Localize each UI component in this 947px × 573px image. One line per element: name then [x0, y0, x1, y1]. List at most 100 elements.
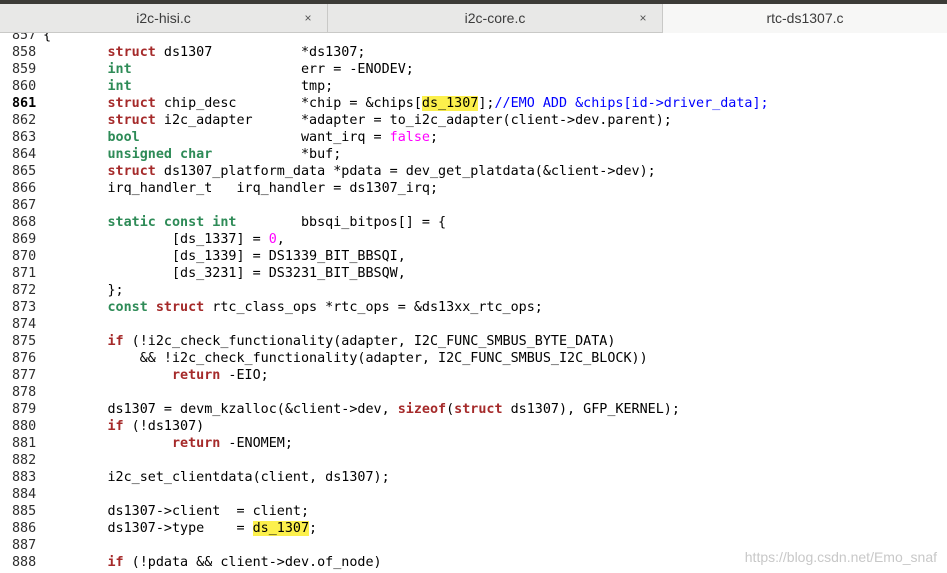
line-number: 871	[12, 266, 37, 281]
code-line[interactable]: 866 irq_handler_t irq_handler = ds1307_i…	[0, 180, 947, 197]
code-token: struct	[107, 164, 156, 179]
code-line[interactable]: 861 struct chip_desc *chip = &chips[ds_1…	[0, 95, 947, 112]
code-line[interactable]: 867	[0, 197, 947, 214]
code-token: chip_desc *chip = &chips[	[155, 96, 422, 111]
line-number: 868	[12, 215, 37, 230]
code-token: bool	[107, 130, 140, 145]
line-number: 859	[12, 62, 37, 77]
line-number: 881	[12, 436, 37, 451]
code-line[interactable]: 858 struct ds1307 *ds1307;	[0, 44, 947, 61]
line-number: 863	[12, 130, 37, 145]
code-text: struct ds1307 *ds1307;	[43, 44, 366, 61]
code-token: unsigned char	[107, 147, 213, 162]
code-line[interactable]: 864 unsigned char *buf;	[0, 146, 947, 163]
code-line[interactable]: 868 static const int bbsqi_bitpos[] = {	[0, 214, 947, 231]
code-line[interactable]: 884	[0, 486, 947, 503]
code-token: err = -ENODEV;	[131, 62, 414, 77]
code-text: struct chip_desc *chip = &chips[ds_1307]…	[43, 95, 769, 112]
code-line[interactable]: 863 bool want_irq = false;	[0, 129, 947, 146]
code-line[interactable]: 871 [ds_3231] = DS3231_BIT_BBSQW,	[0, 265, 947, 282]
line-number: 875	[12, 334, 37, 349]
line-number: 866	[12, 181, 37, 196]
code-line[interactable]: 862 struct i2c_adapter *adapter = to_i2c…	[0, 112, 947, 129]
code-token: bbsqi_bitpos[] = {	[236, 215, 447, 230]
code-token: };	[43, 283, 124, 298]
code-line[interactable]: 873 const struct rtc_class_ops *rtc_ops …	[0, 299, 947, 316]
close-icon[interactable]: ×	[301, 4, 315, 32]
code-token: static const int	[107, 215, 237, 230]
code-token: [ds_1337] =	[43, 232, 269, 247]
code-line[interactable]: 881 return -ENOMEM;	[0, 435, 947, 452]
line-number: 872	[12, 283, 37, 298]
code-token: i2c_set_clientdata(client, ds1307);	[43, 470, 390, 485]
code-token: (!i2c_check_functionality(adapter, I2C_F…	[123, 334, 616, 349]
code-line[interactable]: 869 [ds_1337] = 0,	[0, 231, 947, 248]
code-line[interactable]: 876 && !i2c_check_functionality(adapter,…	[0, 350, 947, 367]
line-number: 861	[12, 96, 37, 111]
code-token: -ENOMEM;	[220, 436, 293, 451]
code-token: ds1307->client = client;	[43, 504, 310, 519]
tab-label: i2c-core.c	[464, 10, 526, 26]
code-line[interactable]: 870 [ds_1339] = DS1339_BIT_BBSQI,	[0, 248, 947, 265]
line-number: 884	[12, 487, 37, 502]
code-line[interactable]: 860 int tmp;	[0, 78, 947, 95]
code-line[interactable]: 865 struct ds1307_platform_data *pdata =…	[0, 163, 947, 180]
tab-i2c-core[interactable]: i2c-core.c ×	[328, 4, 663, 32]
code-token: [ds_1339] = DS1339_BIT_BBSQI,	[43, 249, 406, 264]
code-line[interactable]: 857 {	[0, 33, 947, 44]
code-line[interactable]: 882	[0, 452, 947, 469]
search-highlight: ds_1307	[421, 96, 479, 111]
code-line[interactable]: 872 };	[0, 282, 947, 299]
code-text: return -EIO;	[43, 367, 269, 384]
code-editor[interactable]: 857{858 struct ds1307 *ds1307; 859 int er…	[0, 33, 947, 573]
code-token: ds1307 *ds1307;	[155, 45, 366, 60]
code-line[interactable]: 877 return -EIO;	[0, 367, 947, 384]
code-token: if	[107, 334, 124, 349]
code-token: struct	[454, 402, 503, 417]
close-icon[interactable]: ×	[636, 4, 650, 32]
line-number: 860	[12, 79, 37, 94]
line-number: 858	[12, 45, 37, 60]
code-token: ;	[309, 521, 318, 536]
watermark-text: https://blog.csdn.net/Emo_snaf	[744, 549, 937, 565]
code-line[interactable]: 878	[0, 384, 947, 401]
code-text: if (!i2c_check_functionality(adapter, I2…	[43, 333, 616, 350]
code-text: struct i2c_adapter *adapter = to_i2c_ada…	[43, 112, 672, 129]
line-number: 857	[12, 33, 37, 43]
search-highlight: ds_1307	[252, 521, 310, 536]
line-number: 888	[12, 555, 37, 570]
line-number: 870	[12, 249, 37, 264]
code-line[interactable]: 886 ds1307->type = ds_1307;	[0, 520, 947, 537]
line-number: 880	[12, 419, 37, 434]
code-token: ;	[429, 130, 439, 145]
code-token: const	[107, 300, 148, 315]
code-line[interactable]: 883 i2c_set_clientdata(client, ds1307);	[0, 469, 947, 486]
code-line[interactable]: 874	[0, 316, 947, 333]
code-text: int err = -ENODEV;	[43, 61, 414, 78]
line-number: 887	[12, 538, 37, 553]
line-number: 874	[12, 317, 37, 332]
code-line[interactable]: 880 if (!ds1307)	[0, 418, 947, 435]
code-token: i2c_adapter *adapter = to_i2c_adapter(cl…	[155, 113, 672, 128]
code-text: struct ds1307_platform_data *pdata = dev…	[43, 163, 656, 180]
tab-i2c-hisi[interactable]: i2c-hisi.c ×	[0, 4, 328, 32]
tab-rtc-ds1307[interactable]: rtc-ds1307.c	[663, 4, 947, 33]
code-line[interactable]: 885 ds1307->client = client;	[0, 503, 947, 520]
code-line[interactable]: 859 int err = -ENODEV;	[0, 61, 947, 78]
code-line[interactable]: 879 ds1307 = devm_kzalloc(&client->dev, …	[0, 401, 947, 418]
line-number: 864	[12, 147, 37, 162]
code-token: ds1307 = devm_kzalloc(&client->dev,	[43, 402, 398, 417]
code-line[interactable]: 875 if (!i2c_check_functionality(adapter…	[0, 333, 947, 350]
code-token: //EMO ADD &chips[id->driver_data];	[494, 96, 769, 111]
